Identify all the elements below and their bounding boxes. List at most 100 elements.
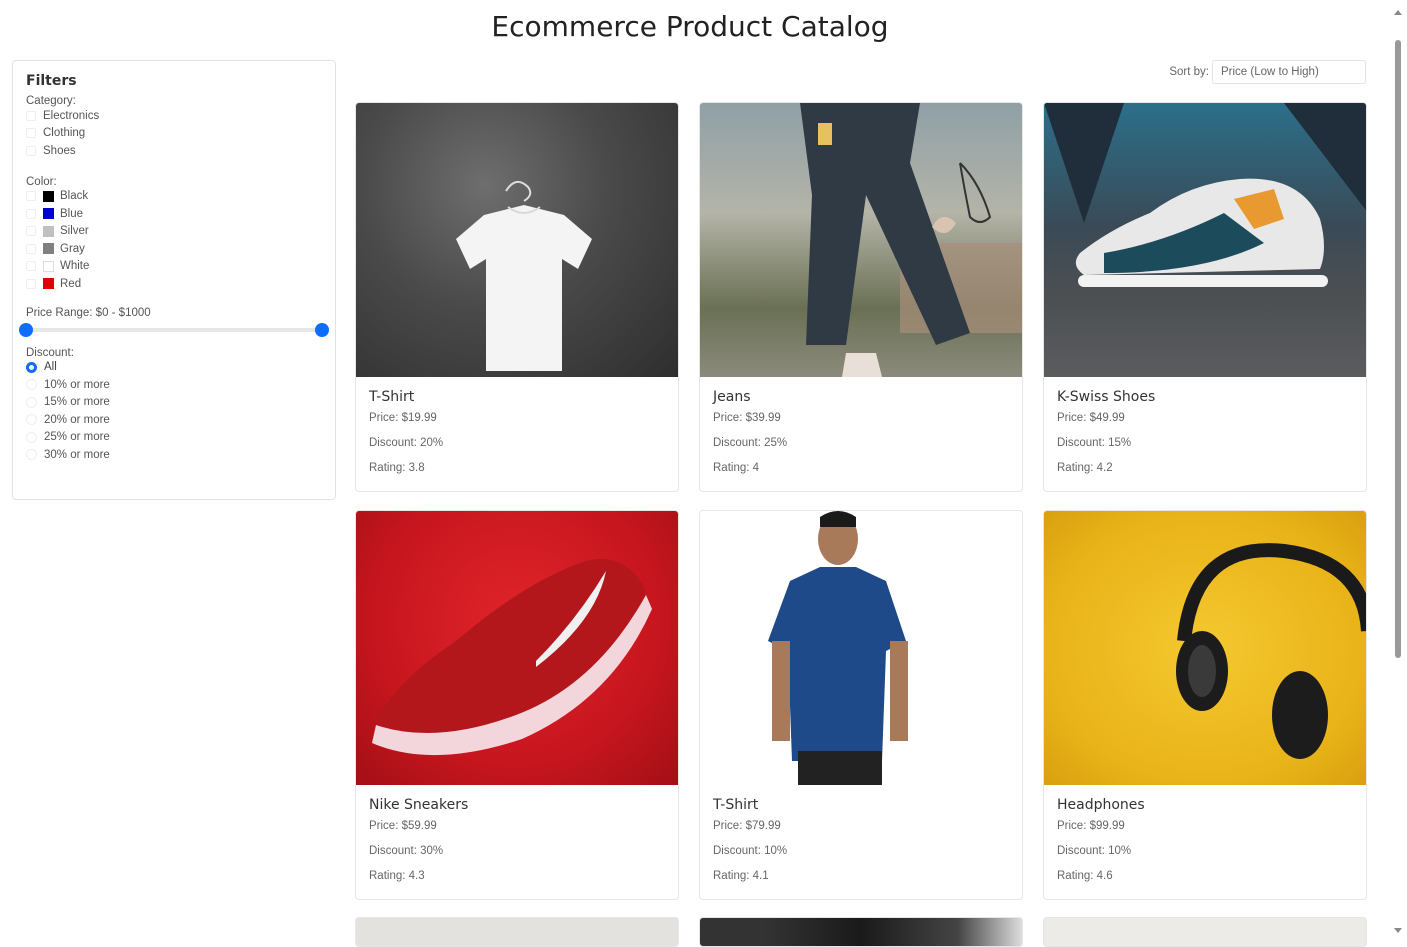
color-swatch (43, 225, 54, 237)
color-option-blue[interactable]: Blue (26, 205, 322, 223)
page-title: Ecommerce Product Catalog (491, 10, 889, 43)
product-card[interactable]: Headphones Price: $99.99 Discount: 10% R… (1043, 510, 1367, 900)
price-range-label: Price Range: $0 - $1000 (26, 306, 151, 319)
product-card[interactable]: T-Shirt Price: $19.99 Discount: 20% Rati… (355, 102, 679, 492)
radio[interactable] (26, 396, 37, 408)
color-option-label: Gray (60, 242, 85, 255)
checkbox[interactable] (26, 261, 36, 272)
category-option-electronics[interactable]: Electronics (26, 107, 322, 125)
product-discount: Discount: 25% (713, 437, 788, 449)
price-range: Price Range: $0 - $1000 (19, 307, 329, 337)
discount-option-15[interactable]: 15% or more (26, 394, 322, 412)
product-rating: Rating: 4 (713, 462, 760, 474)
checkbox[interactable] (26, 145, 36, 156)
discount-option-label: 20% or more (44, 413, 110, 426)
color-option-label: Silver (60, 225, 89, 238)
color-swatch (43, 243, 54, 255)
filters-heading: Filters (26, 73, 77, 89)
product-price: Price: $79.99 (713, 820, 781, 832)
filters-panel: Filters Category: Electronics Clothing S… (12, 60, 336, 500)
price-range-track[interactable] (26, 327, 322, 332)
price-min-handle[interactable] (19, 322, 33, 337)
jeans-image (800, 103, 1022, 377)
product-image (700, 511, 1022, 785)
discount-option-25[interactable]: 25% or more (26, 429, 322, 447)
discount-option-label: 15% or more (44, 396, 110, 409)
product-rating: Rating: 4.6 (1057, 870, 1113, 882)
color-option-red[interactable]: Red (26, 275, 322, 293)
sort-select[interactable]: Price (Low to High) (1212, 60, 1366, 84)
discount-option-all[interactable]: All (26, 359, 322, 377)
scrollbar-thumb[interactable] (1395, 40, 1401, 658)
product-image (700, 103, 1022, 377)
product-price: Price: $39.99 (713, 412, 781, 424)
product-discount: Discount: 30% (369, 845, 444, 857)
product-rating: Rating: 3.8 (369, 462, 425, 474)
product-card-partial[interactable] (699, 917, 1023, 947)
color-swatch (43, 260, 54, 272)
price-max-handle[interactable] (315, 322, 329, 337)
product-price: Price: $49.99 (1057, 412, 1125, 424)
radio[interactable] (26, 431, 37, 443)
category-option-label: Shoes (43, 144, 76, 157)
sort-control: Sort by: Price (Low to High) (1169, 60, 1366, 84)
page-scrollbar[interactable] (1390, 0, 1407, 936)
product-price: Price: $19.99 (369, 412, 437, 424)
discount-option-30[interactable]: 30% or more (26, 446, 322, 464)
color-option-label: Blue (60, 207, 84, 220)
product-image (356, 511, 678, 785)
color-option-label: Black (60, 190, 89, 203)
color-label: Color: (26, 175, 57, 188)
discount-option-10[interactable]: 10% or more (26, 376, 322, 394)
product-rating: Rating: 4.2 (1057, 462, 1113, 474)
product-price: Price: $99.99 (1057, 820, 1125, 832)
color-option-label: Red (60, 277, 82, 290)
product-name: Jeans (713, 389, 751, 405)
discount-option-20[interactable]: 20% or more (26, 411, 322, 429)
discount-label: Discount: (26, 346, 74, 359)
radio[interactable] (26, 379, 37, 391)
scroll-down-arrow-icon[interactable] (1394, 928, 1402, 933)
product-discount: Discount: 10% (713, 845, 788, 857)
checkbox[interactable] (26, 110, 36, 121)
checkbox[interactable] (26, 208, 36, 219)
product-name: T-Shirt (713, 797, 759, 813)
color-option-gray[interactable]: Gray (26, 240, 322, 258)
sneaker-image (1044, 103, 1366, 287)
color-option-white[interactable]: White (26, 258, 322, 276)
discount-option-label: All (44, 361, 57, 374)
product-card[interactable]: T-Shirt Price: $79.99 Discount: 10% Rati… (699, 510, 1023, 900)
product-card-partial[interactable] (355, 917, 679, 947)
product-card[interactable]: K-Swiss Shoes Price: $49.99 Discount: 15… (1043, 102, 1367, 492)
category-option-clothing[interactable]: Clothing (26, 125, 322, 143)
product-card[interactable]: Jeans Price: $39.99 Discount: 25% Rating… (699, 102, 1023, 492)
scroll-up-arrow-icon[interactable] (1394, 10, 1402, 15)
checkbox[interactable] (26, 226, 36, 237)
product-image (1044, 103, 1366, 377)
radio[interactable] (26, 414, 37, 426)
radio[interactable] (26, 449, 37, 461)
checkbox[interactable] (26, 278, 36, 289)
category-option-shoes[interactable]: Shoes (26, 142, 322, 160)
product-card-partial[interactable] (1043, 917, 1367, 947)
nike-sneaker-image (372, 559, 652, 756)
color-option-silver[interactable]: Silver (26, 223, 322, 241)
product-price: Price: $59.99 (369, 820, 437, 832)
checkbox[interactable] (26, 243, 36, 254)
checkbox[interactable] (26, 128, 36, 139)
product-discount: Discount: 20% (369, 437, 444, 449)
radio-selected[interactable] (26, 361, 37, 373)
product-image (1044, 511, 1366, 785)
headphones-image (1176, 543, 1366, 759)
category-option-label: Electronics (43, 109, 100, 122)
discount-option-label: 30% or more (44, 448, 110, 461)
checkbox[interactable] (26, 191, 36, 202)
category-label: Category: (26, 95, 76, 107)
product-name: Nike Sneakers (369, 797, 469, 813)
tshirt-image (456, 180, 592, 371)
sort-label: Sort by: (1169, 66, 1209, 78)
color-option-black[interactable]: Black (26, 188, 322, 206)
category-option-label: Clothing (43, 127, 86, 140)
product-card[interactable]: Nike Sneakers Price: $59.99 Discount: 30… (355, 510, 679, 900)
product-rating: Rating: 4.1 (713, 870, 769, 882)
